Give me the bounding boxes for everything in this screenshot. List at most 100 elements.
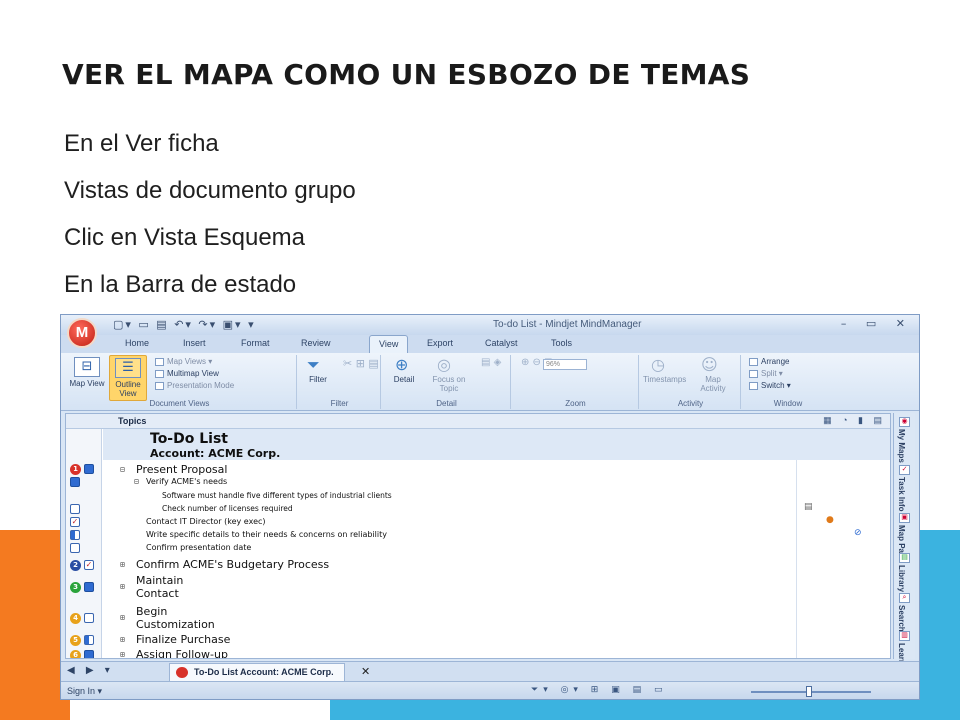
- task-checkbox[interactable]: [84, 635, 94, 645]
- close-document-icon[interactable]: ✕: [361, 665, 370, 678]
- window-titlebar: M ▢▾ ▭ ▤ ↶▾ ↷▾ ▣▾ ▾ To-do List - Mindjet…: [61, 315, 919, 348]
- topic-row[interactable]: Verify ACME's needs: [146, 477, 227, 486]
- expand-icon[interactable]: ⊞: [120, 582, 125, 591]
- side-tab-my-maps[interactable]: My Maps: [897, 429, 906, 463]
- tab-review[interactable]: Review: [301, 338, 331, 348]
- group-label: Document Views: [149, 399, 210, 408]
- group-label: Window: [773, 399, 803, 408]
- notes-icon[interactable]: ▤: [804, 502, 813, 512]
- outline-header: Topics ▦ ◔ ▮ ▤: [66, 414, 890, 429]
- task-checkbox-checked[interactable]: ✓: [70, 517, 80, 527]
- priority-3-icon: 3: [70, 582, 81, 593]
- topic-row[interactable]: Software must handle five different type…: [162, 491, 392, 500]
- tab-tools[interactable]: Tools: [551, 338, 572, 348]
- detail-button[interactable]: Detail: [387, 375, 421, 384]
- outline-right-columns: [796, 429, 890, 658]
- bullet-item: En el Ver ficha: [64, 130, 219, 157]
- root-topic-title[interactable]: To-Do List: [150, 431, 228, 447]
- detail-icon: ⊕: [395, 355, 409, 374]
- group-document-views: ⊟ Map View ☰ Outline View Map Views ▾ Mu…: [63, 355, 297, 409]
- task-checkbox[interactable]: [84, 650, 94, 658]
- timestamps-button[interactable]: Timestamps: [643, 375, 686, 384]
- task-checkbox[interactable]: [84, 464, 94, 474]
- tab-insert[interactable]: Insert: [183, 338, 206, 348]
- side-tab-search[interactable]: Search: [897, 605, 906, 632]
- document-tab[interactable]: To-Do List Account: ACME Corp.: [169, 663, 345, 681]
- zoom-slider-thumb[interactable]: [806, 686, 812, 697]
- window-controls[interactable]: – ▭ ✕: [841, 317, 913, 330]
- expand-icon[interactable]: ⊞: [120, 613, 125, 622]
- split-button[interactable]: Split ▾: [749, 369, 783, 378]
- group-filter: ⏷ Filter ✂ ⊞ ▤ Filter: [299, 355, 381, 409]
- map-parts-icon: ▣: [899, 513, 910, 523]
- task-checkbox[interactable]: [70, 530, 80, 540]
- task-checkbox[interactable]: [84, 582, 94, 592]
- task-checkbox[interactable]: [70, 543, 80, 553]
- status-view-buttons[interactable]: ⏷▾ ◎▾ ⊞ ▣ ▤ ▭: [531, 685, 667, 695]
- presentation-mode-button[interactable]: Presentation Mode: [155, 381, 234, 390]
- side-tab-task-info[interactable]: Task Info: [897, 477, 906, 512]
- priority-6-icon: 6: [70, 650, 81, 658]
- detail-options-icon[interactable]: ▤ ◈: [481, 357, 501, 368]
- topic-row[interactable]: Check number of licenses required: [162, 504, 293, 513]
- group-label: Filter: [330, 399, 349, 408]
- decorative-blue-bottom-band: [330, 698, 960, 720]
- status-bar: Sign In ▾ ⏷▾ ◎▾ ⊞ ▣ ▤ ▭: [61, 681, 919, 699]
- topic-row[interactable]: Contact IT Director (key exec): [146, 517, 266, 526]
- attachment-icon[interactable]: ⊘: [854, 528, 862, 538]
- topic-row[interactable]: Finalize Purchase: [136, 633, 230, 646]
- collapse-icon[interactable]: ⊟: [120, 465, 125, 474]
- topic-row[interactable]: Assign Follow-up: [136, 648, 228, 658]
- filter-options-icon[interactable]: ✂ ⊞ ▤: [343, 357, 379, 370]
- map-document-icon: [176, 667, 188, 678]
- column-header-icons[interactable]: ▦ ◔ ▮ ▤: [823, 415, 886, 426]
- task-info-icon: ✓: [899, 465, 910, 475]
- arrange-button[interactable]: Arrange: [749, 357, 789, 366]
- priority-2-icon: 2: [70, 560, 81, 571]
- topic-row[interactable]: Write specific details to their needs & …: [146, 530, 387, 539]
- topic-row[interactable]: Present Proposal: [136, 463, 227, 476]
- collapse-icon[interactable]: ⊟: [134, 477, 139, 486]
- map-activity-icon: ☺: [701, 355, 718, 374]
- resource-icon[interactable]: ●: [826, 515, 834, 525]
- topics-column-header[interactable]: Topics: [118, 416, 146, 426]
- expand-icon[interactable]: ⊞: [120, 650, 125, 658]
- topic-row[interactable]: Begin: [136, 605, 167, 618]
- task-checkbox[interactable]: [70, 504, 80, 514]
- priority-5-icon: 5: [70, 635, 81, 646]
- zoom-level-box[interactable]: 96%: [543, 359, 587, 370]
- filter-icon: ⏷: [307, 355, 320, 374]
- tab-navigation-arrows[interactable]: ◀ ▶ ▾: [67, 665, 114, 676]
- map-views-button[interactable]: Map Views ▾: [155, 357, 212, 366]
- expand-icon[interactable]: ⊞: [120, 560, 125, 569]
- filter-button[interactable]: Filter: [303, 375, 333, 384]
- tab-view[interactable]: View: [369, 335, 409, 354]
- task-checkbox[interactable]: [70, 477, 80, 487]
- tab-catalyst[interactable]: Catalyst: [485, 338, 518, 348]
- tab-format[interactable]: Format: [241, 338, 270, 348]
- slide-title: VER EL MAPA COMO UN ESBOZO DE TEMAS: [62, 58, 751, 91]
- side-tab-library[interactable]: Library: [897, 565, 906, 592]
- map-view-button[interactable]: ⊟ Map View: [69, 357, 105, 388]
- root-topic-subtitle: Account: ACME Corp.: [150, 447, 281, 460]
- sign-in-button[interactable]: Sign In ▾: [67, 686, 102, 697]
- outline-view-icon: ☰: [115, 358, 141, 378]
- tab-export[interactable]: Export: [427, 338, 453, 348]
- topic-row[interactable]: Maintain: [136, 574, 183, 587]
- task-checkbox-checked[interactable]: ✓: [84, 560, 94, 570]
- switch-button[interactable]: Switch ▾: [749, 381, 791, 390]
- map-activity-button[interactable]: Map Activity: [693, 375, 733, 393]
- topic-row[interactable]: Confirm presentation date: [146, 543, 251, 552]
- task-checkbox[interactable]: [84, 613, 94, 623]
- group-zoom: ⊕ ⊖ ⊡ 96% Zoom: [513, 355, 639, 409]
- tab-home[interactable]: Home: [125, 338, 149, 348]
- expand-icon[interactable]: ⊞: [120, 635, 125, 644]
- quick-access-toolbar[interactable]: ▢▾ ▭ ▤ ↶▾ ↷▾ ▣▾ ▾: [113, 318, 256, 331]
- topic-row[interactable]: Confirm ACME's Budgetary Process: [136, 558, 329, 571]
- outline-view-button[interactable]: ☰ Outline View: [109, 355, 147, 401]
- multimap-view-button[interactable]: Multimap View: [155, 369, 219, 378]
- focus-on-topic-button[interactable]: Focus on Topic: [427, 375, 471, 393]
- group-detail: ⊕ Detail ◎ Focus on Topic ▤ ◈ Detail: [383, 355, 511, 409]
- app-logo-button[interactable]: M: [67, 318, 97, 348]
- learning-icon: ▥: [899, 631, 910, 641]
